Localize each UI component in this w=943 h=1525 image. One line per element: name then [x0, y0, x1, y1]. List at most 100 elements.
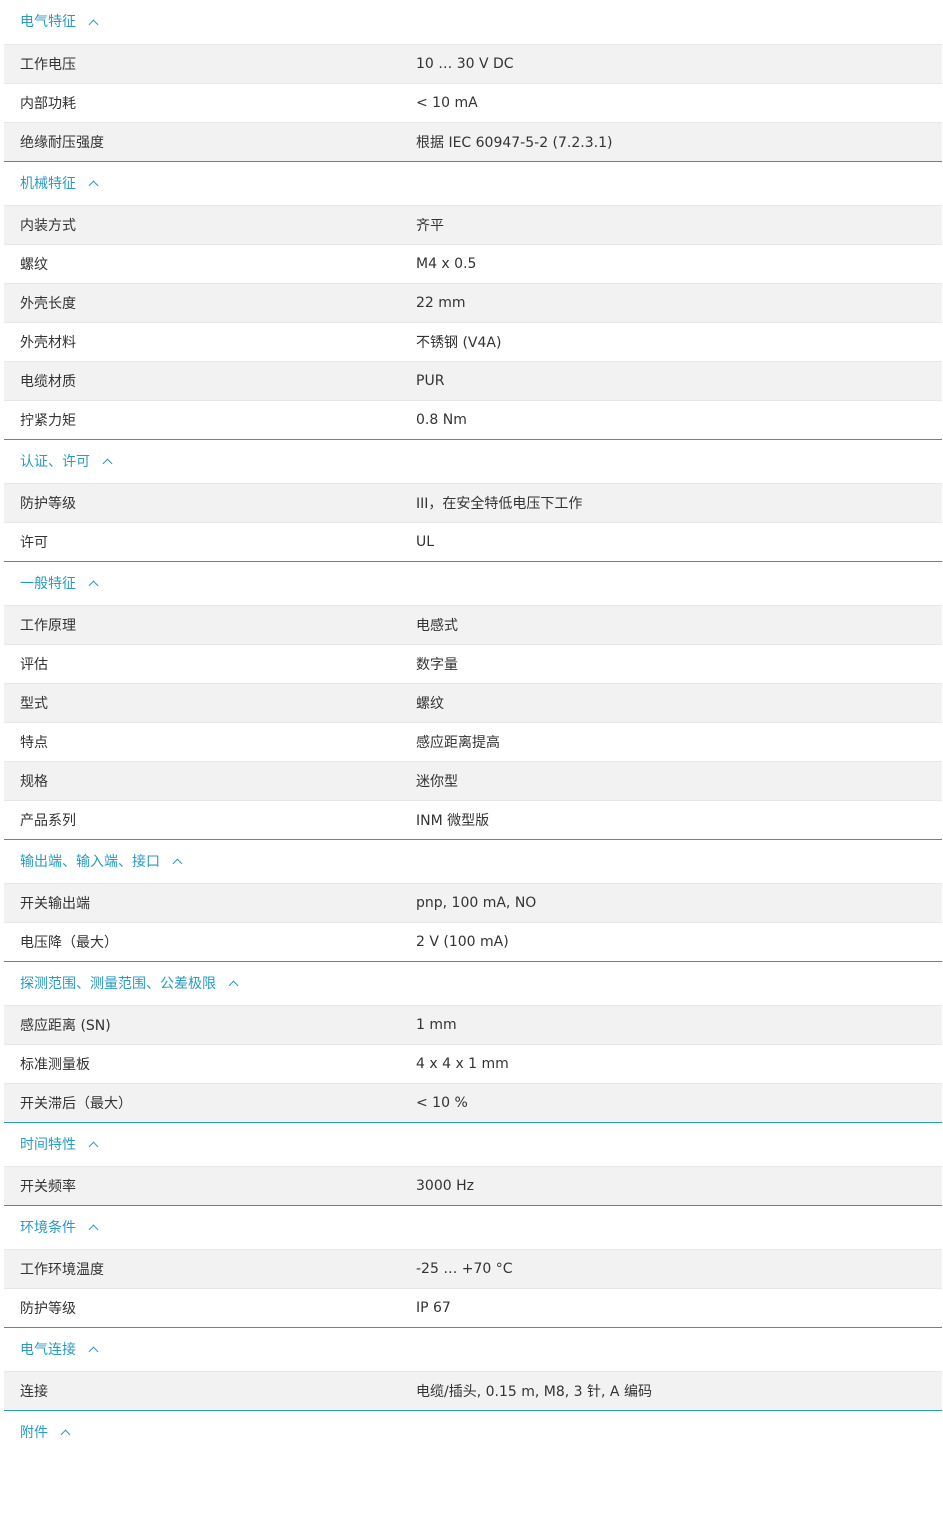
row-value: < 10 % [416, 1095, 468, 1111]
section-header-mechanical[interactable]: 机械特征 [4, 161, 942, 205]
row-value: III，在安全特低电压下工作 [416, 496, 583, 512]
table-row: 标准测量板 4 x 4 x 1 mm [4, 1044, 942, 1083]
row-value: INM 微型版 [416, 813, 490, 829]
table-row: 评估 数字量 [4, 644, 942, 683]
table-row: 开关频率 3000 Hz [4, 1166, 942, 1205]
section-title: 探测范围、测量范围、公差极限 [20, 975, 216, 992]
section-title: 附件 [20, 1424, 48, 1441]
chevron-up-icon[interactable] [88, 580, 99, 591]
row-value: 10 … 30 V DC [416, 56, 514, 72]
row-label: 评估 [20, 657, 48, 673]
table-row: 产品系列 INM 微型版 [4, 800, 942, 839]
row-value: UL [416, 534, 435, 550]
section-io: 输出端、输入端、接口 开关输出端 pnp, 100 mA, NO 电压降（最大）… [0, 839, 943, 961]
table-row: 感应距离 (SN) 1 mm [4, 1005, 942, 1044]
section-timing: 时间特性 开关频率 3000 Hz [0, 1122, 943, 1205]
row-label: 外壳材料 [20, 335, 76, 351]
row-label: 电缆材质 [20, 374, 76, 390]
section-header-electrical[interactable]: 电气特征 [4, 0, 942, 44]
section-header-environment[interactable]: 环境条件 [4, 1205, 942, 1249]
row-value: 感应距离提高 [416, 735, 500, 751]
row-label: 工作环境温度 [20, 1262, 104, 1278]
section-title: 时间特性 [20, 1136, 76, 1153]
row-label: 许可 [20, 535, 48, 551]
table-row: 开关滞后（最大） < 10 % [4, 1083, 942, 1122]
section-title: 环境条件 [20, 1219, 76, 1236]
section-title: 输出端、输入端、接口 [20, 853, 160, 870]
row-label: 绝缘耐压强度 [20, 135, 104, 151]
row-value: 0.8 Nm [416, 412, 467, 428]
row-label: 螺纹 [20, 257, 48, 273]
section-header-accessories[interactable]: 附件 [4, 1410, 942, 1454]
row-label: 外壳长度 [20, 296, 76, 312]
row-label: 开关频率 [20, 1179, 76, 1195]
table-row: 工作电压 10 … 30 V DC [4, 44, 942, 83]
chevron-up-icon[interactable] [102, 458, 113, 469]
row-value: -25 … +70 °C [416, 1261, 513, 1277]
section-header-detection-range[interactable]: 探测范围、测量范围、公差极限 [4, 961, 942, 1005]
chevron-up-icon[interactable] [60, 1429, 71, 1440]
chevron-up-icon[interactable] [88, 19, 99, 29]
table-row: 防护等级 III，在安全特低电压下工作 [4, 483, 942, 522]
row-label: 连接 [20, 1384, 48, 1400]
table-row: 连接 电缆/插头, 0.15 m, M8, 3 针, A 编码 [4, 1371, 942, 1410]
row-label: 感应距离 (SN) [20, 1018, 111, 1034]
chevron-up-icon[interactable] [88, 180, 99, 191]
row-label: 内部功耗 [20, 96, 76, 112]
section-header-certification[interactable]: 认证、许可 [4, 439, 942, 483]
section-header-electrical-connection[interactable]: 电气连接 [4, 1327, 942, 1371]
section-title: 电气连接 [20, 1341, 76, 1358]
row-label: 工作原理 [20, 618, 76, 634]
section-header-io[interactable]: 输出端、输入端、接口 [4, 839, 942, 883]
row-label: 特点 [20, 735, 48, 751]
section-header-general[interactable]: 一般特征 [4, 561, 942, 605]
table-row: 外壳长度 22 mm [4, 283, 942, 322]
section-certification: 认证、许可 防护等级 III，在安全特低电压下工作 许可 UL [0, 439, 943, 561]
section-header-timing[interactable]: 时间特性 [4, 1122, 942, 1166]
row-value: 迷你型 [416, 774, 458, 790]
section-general: 一般特征 工作原理 电感式 评估 数字量 型式 螺纹 特点 感应距离提高 规格 [0, 561, 943, 839]
table-row: 内部功耗 < 10 mA [4, 83, 942, 122]
chevron-up-icon[interactable] [88, 1141, 99, 1152]
row-label: 开关滞后（最大） [20, 1096, 132, 1112]
chevron-up-icon[interactable] [228, 980, 239, 991]
row-label: 标准测量板 [20, 1057, 90, 1073]
table-row: 外壳材料 不锈钢 (V4A) [4, 322, 942, 361]
row-value: 1 mm [416, 1017, 457, 1033]
section-environment: 环境条件 工作环境温度 -25 … +70 °C 防护等级 IP 67 [0, 1205, 943, 1327]
section-title: 认证、许可 [20, 453, 90, 470]
chevron-up-icon[interactable] [88, 1224, 99, 1235]
row-value: M4 x 0.5 [416, 256, 477, 272]
row-value: PUR [416, 373, 445, 389]
row-value: 电感式 [416, 618, 458, 634]
row-label: 内装方式 [20, 218, 76, 234]
table-row: 电缆材质 PUR [4, 361, 942, 400]
table-row: 规格 迷你型 [4, 761, 942, 800]
row-label: 规格 [20, 774, 48, 790]
table-row: 拧紧力矩 0.8 Nm [4, 400, 942, 439]
table-row: 内装方式 齐平 [4, 205, 942, 244]
table-row: 电压降（最大） 2 V (100 mA) [4, 922, 942, 961]
chevron-up-icon[interactable] [172, 858, 183, 869]
row-value: 根据 IEC 60947-5-2 (7.2.3.1) [416, 135, 613, 151]
row-label: 防护等级 [20, 496, 76, 512]
row-value: 不锈钢 (V4A) [416, 335, 502, 351]
row-label: 拧紧力矩 [20, 413, 76, 429]
section-electrical: 电气特征 工作电压 10 … 30 V DC 内部功耗 < 10 mA 绝缘耐压… [0, 0, 943, 161]
row-value: 3000 Hz [416, 1178, 474, 1194]
row-value: IP 67 [416, 1300, 451, 1316]
spec-table: 电气特征 工作电压 10 … 30 V DC 内部功耗 < 10 mA 绝缘耐压… [0, 0, 943, 1525]
table-row: 许可 UL [4, 522, 942, 561]
table-row: 开关输出端 pnp, 100 mA, NO [4, 883, 942, 922]
row-value: 2 V (100 mA) [416, 934, 509, 950]
row-value: 电缆/插头, 0.15 m, M8, 3 针, A 编码 [416, 1384, 652, 1400]
table-row: 工作环境温度 -25 … +70 °C [4, 1249, 942, 1288]
row-value: 22 mm [416, 295, 466, 311]
row-value: < 10 mA [416, 95, 478, 111]
row-label: 产品系列 [20, 813, 76, 829]
row-value: 数字量 [416, 657, 458, 673]
row-label: 电压降（最大） [20, 935, 118, 951]
row-label: 型式 [20, 696, 48, 712]
section-mechanical: 机械特征 内装方式 齐平 螺纹 M4 x 0.5 外壳长度 22 mm 外壳材料… [0, 161, 943, 439]
chevron-up-icon[interactable] [88, 1346, 99, 1357]
